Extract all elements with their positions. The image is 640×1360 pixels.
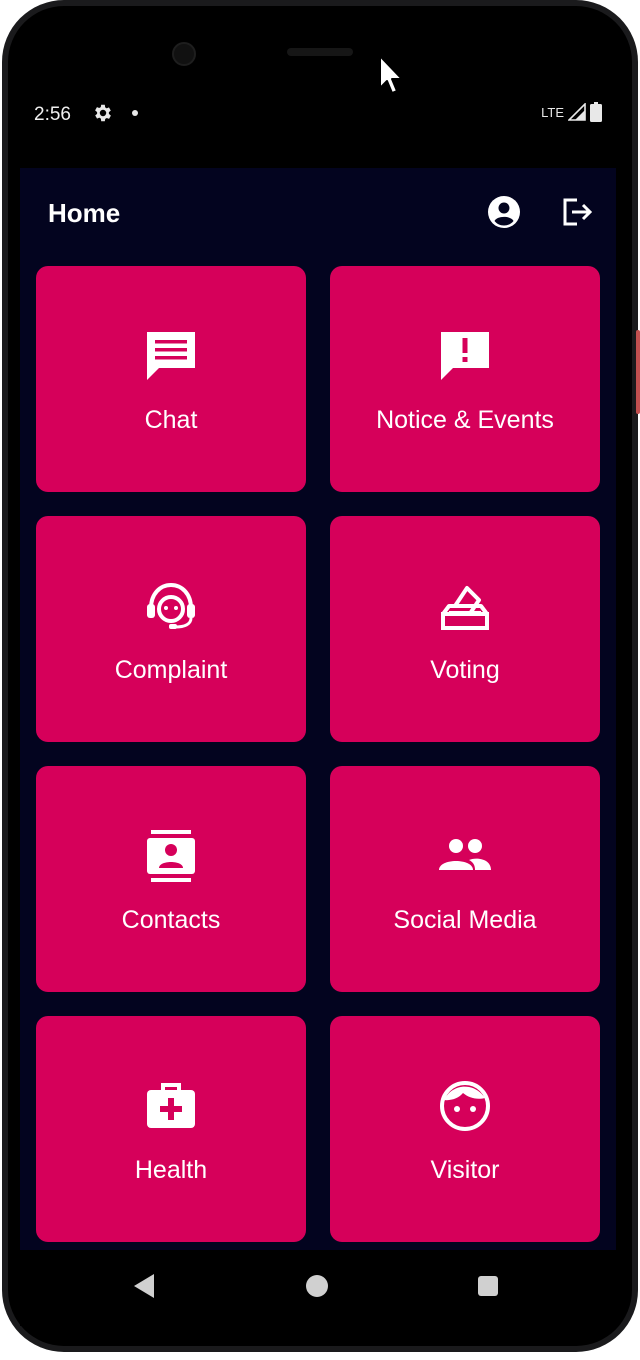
tile-label: Chat <box>144 406 198 434</box>
announcement-icon <box>441 332 489 380</box>
tile-health[interactable]: Health <box>36 1016 306 1242</box>
tile-complaint[interactable]: Complaint <box>36 516 306 742</box>
people-icon <box>439 839 491 870</box>
tile-label: Visitor <box>430 1156 500 1184</box>
tile-voting[interactable]: Voting <box>330 516 600 742</box>
medical-kit-icon <box>147 1083 195 1128</box>
gear-icon <box>95 104 111 122</box>
chat-icon <box>147 332 195 380</box>
mouse-cursor-icon <box>379 55 403 94</box>
tile-contacts[interactable]: Contacts <box>36 766 306 992</box>
battery-icon <box>590 102 602 122</box>
status-indicators: LTE <box>541 102 602 122</box>
status-time: 2:56 <box>34 104 71 125</box>
network-type: LTE <box>541 104 564 120</box>
home-screen: Home Chat Notice & Events Complaint Voti… <box>20 168 616 1250</box>
signal-icon <box>568 103 586 121</box>
logout-icon[interactable] <box>558 194 594 230</box>
tile-notice-events[interactable]: Notice & Events <box>330 266 600 492</box>
tile-label: Complaint <box>114 656 228 684</box>
notification-dot-icon <box>132 110 138 116</box>
face-icon <box>440 1081 490 1131</box>
system-nav-bar <box>20 1250 616 1326</box>
contacts-icon <box>147 830 195 882</box>
tile-visitor[interactable]: Visitor <box>330 1016 600 1242</box>
tile-chat[interactable]: Chat <box>36 266 306 492</box>
page-title: Home <box>48 198 121 228</box>
tile-label: Health <box>134 1156 208 1184</box>
home-circle-icon[interactable] <box>306 1275 328 1297</box>
ballot-box-icon <box>441 586 489 630</box>
tile-label: Social Media <box>393 906 537 934</box>
tile-social-media[interactable]: Social Media <box>330 766 600 992</box>
tile-label: Notice & Events <box>376 406 554 434</box>
support-agent-icon <box>147 582 195 629</box>
account-circle-icon[interactable] <box>486 194 522 230</box>
recents-square-icon[interactable] <box>478 1276 498 1296</box>
front-camera <box>172 42 196 66</box>
earpiece-speaker <box>287 48 353 56</box>
back-triangle-icon[interactable] <box>134 1274 154 1298</box>
power-button[interactable] <box>636 330 640 414</box>
tile-label: Contacts <box>121 906 221 934</box>
status-bar: 2:56 LTE <box>20 78 616 168</box>
tile-label: Voting <box>430 656 500 684</box>
